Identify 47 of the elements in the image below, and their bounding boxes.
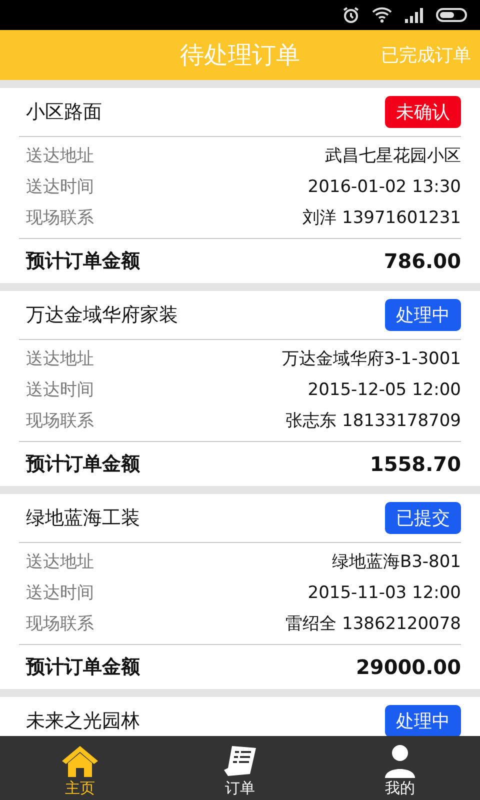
order-title: 未来之光园林	[26, 708, 140, 734]
field-label: 送达时间	[26, 176, 94, 199]
status-label: 处理中	[385, 705, 461, 736]
field-value: 张志东 18133178709	[286, 410, 461, 433]
field-label: 送达时间	[26, 582, 94, 605]
field-label: 送达时间	[26, 378, 94, 402]
field-value: 雷绍全 13862120078	[286, 612, 461, 636]
field-label: 现场联系	[26, 206, 94, 230]
status-label: 处理中	[385, 299, 461, 331]
total-amount: 786.00	[384, 248, 461, 275]
field-label: 送达地址	[26, 550, 94, 574]
total-label: 预计订单金额	[26, 248, 140, 274]
field-label: 送达地址	[26, 144, 94, 168]
battery-icon	[436, 7, 468, 23]
order-title: 小区路面	[26, 100, 102, 125]
nav-tab[interactable]: 主页	[0, 736, 160, 800]
alarm-icon	[342, 6, 360, 24]
house-icon	[60, 744, 100, 778]
nav-tab[interactable]: 订单	[160, 736, 320, 800]
order-card[interactable]: 小区路面 未确认 送达地址 武昌七星花园小区 送达时间 2016-01-02 13:30 现场联系 刘洋 13971601231 预计订单金额 786.00	[0, 88, 480, 283]
order-title: 绿地蓝海工装	[26, 506, 140, 531]
wifi-icon	[372, 7, 392, 23]
order-card[interactable]: 万达金域华府家装 处理中 送达地址 万达金域华府3-1-3001 送达时间 2015-12-05 12:00 现场联系 张志东 18133178709 预计订单金额 1558.70	[0, 291, 480, 486]
total-amount: 29000.00	[356, 654, 461, 681]
field-value: 万达金域华府3-1-3001	[282, 348, 461, 371]
field-value: 武昌七星花园小区	[325, 144, 461, 168]
field-label: 现场联系	[26, 410, 94, 433]
field-value: 2015-12-05 12:00	[308, 378, 461, 402]
nav-tab[interactable]: 我的	[320, 736, 480, 800]
field-label: 现场联系	[26, 612, 94, 636]
person-icon	[383, 744, 417, 778]
field-value: 绿地蓝海B3-801	[332, 550, 461, 574]
total-label: 预计订单金额	[26, 654, 140, 680]
field-label: 送达地址	[26, 348, 94, 371]
field-value: 2016-01-02 13:30	[308, 176, 461, 199]
field-value: 刘洋 13971601231	[302, 206, 461, 230]
order-title: 万达金域华府家装	[26, 302, 178, 328]
status-label: 已提交	[385, 502, 461, 534]
document-icon	[222, 744, 258, 778]
order-card[interactable]: 绿地蓝海工装 已提交 送达地址 绿地蓝海B3-801 送达时间 2015-11-03 12:00 现场联系 雷绍全 13862120078 预计订单金额 29000.00	[0, 494, 480, 689]
order-card[interactable]: 未来之光园林 处理中	[0, 697, 480, 736]
total-amount: 1558.70	[370, 451, 461, 478]
page-title: 待处理订单	[180, 40, 300, 71]
signal-icon	[404, 7, 424, 23]
total-label: 预计订单金额	[26, 452, 140, 477]
field-value: 2015-11-03 12:00	[308, 582, 461, 605]
status-label: 未确认	[385, 96, 461, 128]
